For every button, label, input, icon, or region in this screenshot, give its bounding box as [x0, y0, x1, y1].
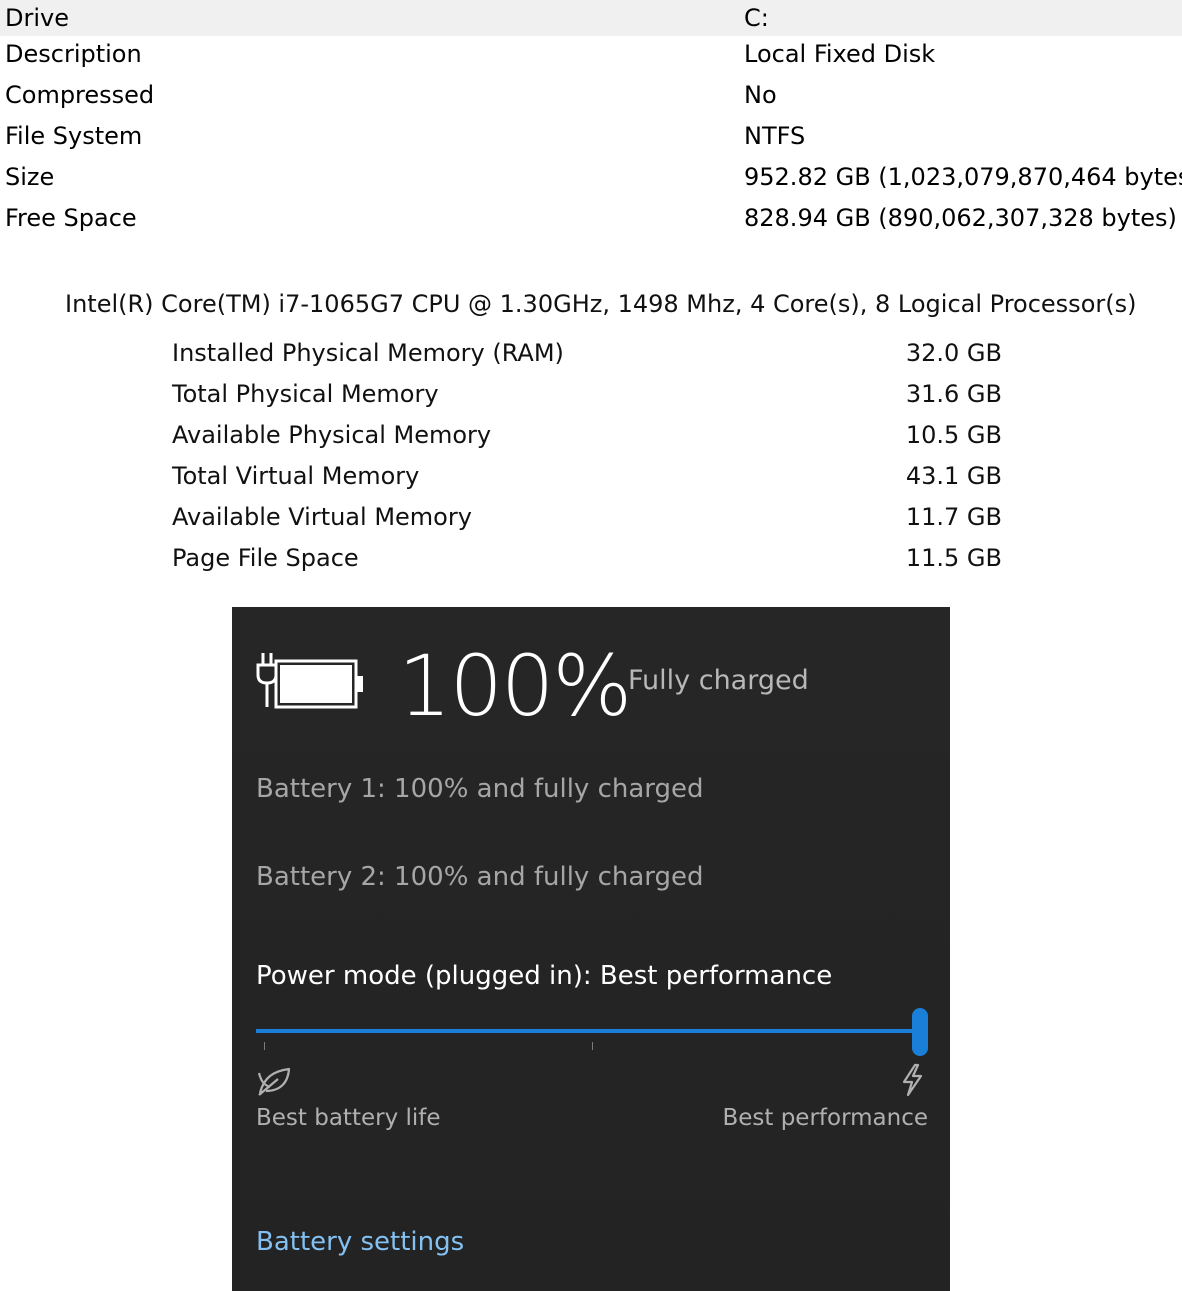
- memory-row-value: 10.5 GB: [905, 421, 1002, 449]
- memory-row-value: 11.5 GB: [905, 544, 1002, 572]
- memory-row-value: 32.0 GB: [905, 339, 1002, 367]
- battery-status-text: Fully charged: [628, 665, 809, 696]
- slider-thumb[interactable]: [912, 1008, 928, 1056]
- table-row: Compressed No: [0, 77, 1182, 118]
- table-row: Total Virtual Memory 43.1 GB: [172, 458, 1012, 499]
- battery-2-status: Battery 2: 100% and fully charged: [256, 862, 704, 892]
- drive-row-label: Size: [5, 163, 55, 191]
- battery-plugged-in-icon: [256, 653, 363, 709]
- memory-row-label: Total Physical Memory: [172, 380, 439, 408]
- leaf-icon: [257, 1067, 291, 1096]
- memory-row-value: 31.6 GB: [905, 380, 1002, 408]
- slider-min-label: Best battery life: [256, 1105, 441, 1131]
- memory-row-label: Available Physical Memory: [172, 421, 492, 449]
- memory-row-label: Total Virtual Memory: [172, 462, 420, 490]
- drive-row-value: Local Fixed Disk: [744, 40, 936, 68]
- slider-tick: [592, 1042, 593, 1050]
- table-row: Available Physical Memory 10.5 GB: [172, 417, 1012, 458]
- drive-header-label: Drive: [5, 4, 69, 32]
- table-row: Free Space 828.94 GB (890,062,307,328 by…: [0, 200, 1182, 241]
- memory-row-label: Page File Space: [172, 544, 359, 572]
- drive-header-row: Drive C:: [0, 0, 1182, 36]
- slider-tick: [264, 1042, 265, 1050]
- drive-row-label: File System: [5, 122, 143, 150]
- battery-percentage: 100%: [398, 637, 632, 735]
- table-row: Total Physical Memory 31.6 GB: [172, 376, 1012, 417]
- drive-row-value: 952.82 GB (1,023,079,870,464 bytes): [744, 163, 1182, 191]
- drive-header-value: C:: [744, 4, 769, 32]
- drive-properties-table: Drive C: Description Local Fixed Disk Co…: [0, 0, 1182, 241]
- drive-row-value: NTFS: [744, 122, 806, 150]
- drive-row-label: Description: [5, 40, 142, 68]
- drive-row-value: 828.94 GB (890,062,307,328 bytes): [744, 204, 1177, 232]
- power-mode-label: Power mode (plugged in): Best performanc…: [256, 961, 833, 991]
- memory-table: Installed Physical Memory (RAM) 32.0 GB …: [172, 335, 1012, 581]
- power-mode-slider[interactable]: [256, 1007, 928, 1057]
- processor-info: Intel(R) Core(TM) i7-1065G7 CPU @ 1.30GH…: [65, 290, 1137, 318]
- table-row: Page File Space 11.5 GB: [172, 540, 1012, 581]
- table-row: Available Virtual Memory 11.7 GB: [172, 499, 1012, 540]
- drive-row-value: No: [744, 81, 777, 109]
- slider-track[interactable]: [256, 1029, 920, 1033]
- table-row: Description Local Fixed Disk: [0, 36, 1182, 77]
- memory-row-label: Installed Physical Memory (RAM): [172, 339, 564, 367]
- slider-max-label: Best performance: [722, 1105, 928, 1131]
- table-row: File System NTFS: [0, 118, 1182, 159]
- drive-row-label: Free Space: [5, 204, 137, 232]
- memory-row-label: Available Virtual Memory: [172, 503, 472, 531]
- battery-1-status: Battery 1: 100% and fully charged: [256, 774, 704, 804]
- lightning-bolt-icon: [902, 1063, 923, 1097]
- battery-settings-link[interactable]: Battery settings: [256, 1224, 464, 1260]
- drive-row-label: Compressed: [5, 81, 155, 109]
- memory-row-value: 11.7 GB: [905, 503, 1002, 531]
- memory-row-value: 43.1 GB: [905, 462, 1002, 490]
- table-row: Installed Physical Memory (RAM) 32.0 GB: [172, 335, 1012, 376]
- table-row: Size 952.82 GB (1,023,079,870,464 bytes): [0, 159, 1182, 200]
- battery-flyout: 100% Fully charged Battery 1: 100% and f…: [232, 607, 950, 1291]
